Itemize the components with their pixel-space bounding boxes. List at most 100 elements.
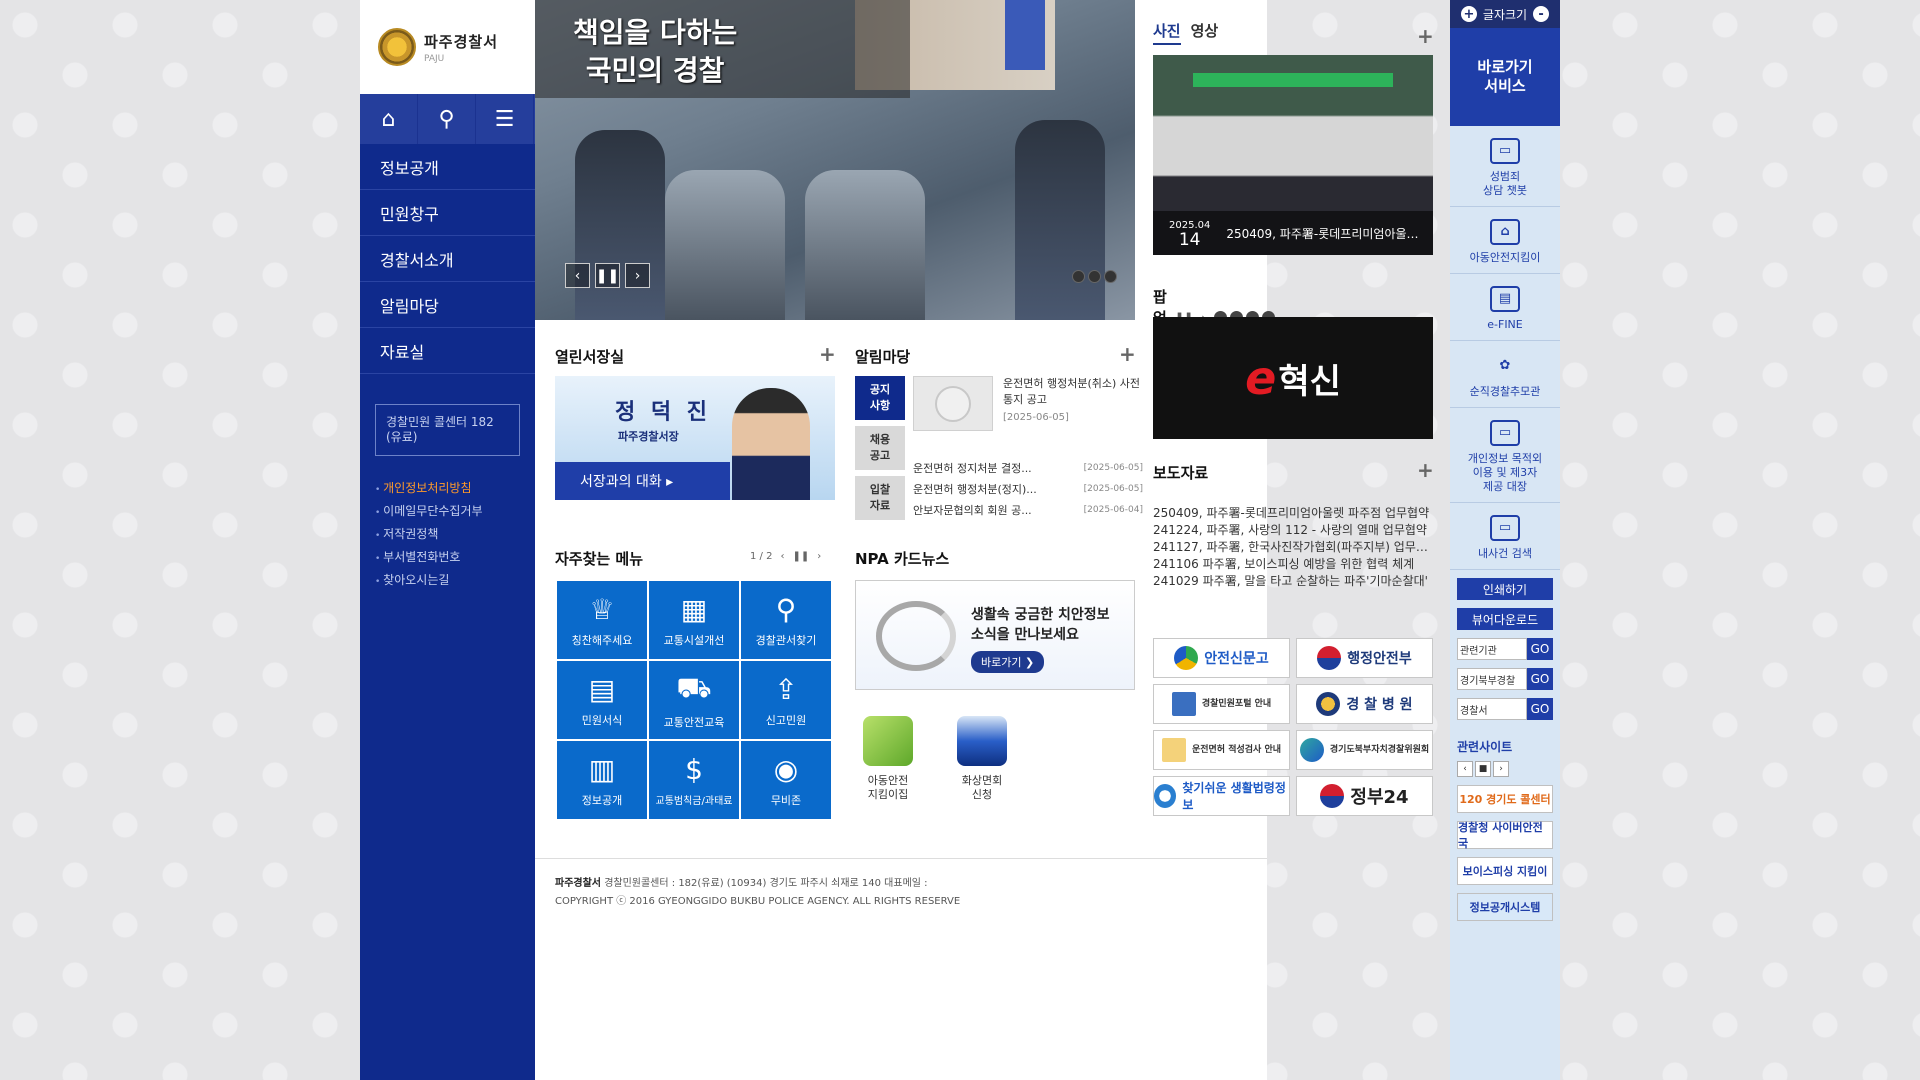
related-agency-go-button[interactable]: GO [1527,638,1553,660]
service-sexcrime-chatbot[interactable]: ▭ 성범죄 상담 챗봇 [1450,126,1560,207]
font-size-control: + 글자크기 - [1450,0,1560,28]
list-item[interactable]: 241106 파주署, 보이스피싱 예방을 위한 협력 체계 [1153,556,1433,573]
list-item[interactable]: 250409, 파주署-롯데프리미엄아울렛 파주점 업무협약 [1153,505,1433,522]
favorite-prev-button[interactable]: ‹ [780,551,784,562]
service-child-safety[interactable]: ⌂ 아동안전지킴이 [1450,207,1560,274]
chief-dialog-button[interactable]: 서장과의 대화 ▸ [555,462,730,500]
page-wrapper: 파주경찰서 PAJU ⌂ ⚲ ☰ 정보공개 민원창구 경찰서소개 알림마당 자료… [360,0,1560,1080]
favorite-pause-button[interactable]: ❚❚ [792,551,809,562]
font-increase-button[interactable]: + [1460,6,1477,22]
related-prev-button[interactable]: ‹ [1457,761,1473,777]
service-case-search[interactable]: ▭ 내사건 검색 [1450,503,1560,570]
link-email-refusal[interactable]: 이메일무단수집거부 [375,501,535,524]
tab-announcement[interactable]: 공지 사항 [855,376,905,420]
favorite-next-button[interactable]: › [817,551,821,562]
related-site-cyber[interactable]: 경찰청 사이버안전국 [1457,821,1553,850]
link-dept-phone[interactable]: 부서별전화번호 [375,547,535,570]
home-icon[interactable]: ⌂ [360,94,418,144]
folder-upload-icon: ⇪ [774,672,798,706]
banner-autonomous-police[interactable]: 경기도북부자치경찰위원회 [1296,730,1433,770]
car-icon: ⛟ [676,670,712,704]
menu-praise[interactable]: ♕ 칭찬해주세요 [557,581,647,659]
chief-office-banner[interactable]: 정 덕 진 파주경찰서장 서장과의 대화 ▸ [555,376,835,500]
hand-house-icon: ⌂ [1490,219,1520,245]
service-memorial[interactable]: ✿ 순직경찰추모관 [1450,341,1560,408]
chief-office-more-icon[interactable]: + [819,342,836,366]
app-child-safety-house[interactable]: 아동안전 지킴이집 [855,716,921,802]
font-decrease-button[interactable]: - [1533,6,1550,22]
nav-item-civil-petition[interactable]: 민원창구 [360,190,535,236]
list-item[interactable]: 241029 파주署, 말을 타고 순찰하는 파주'기마순찰대' [1153,573,1433,590]
viewer-download-button[interactable]: 뷰어다운로드 [1457,608,1553,630]
link-copyright[interactable]: 저작권정책 [375,524,535,547]
banner-safety-report[interactable]: 안전신문고 [1153,638,1290,678]
hero-officer-figure [1015,120,1105,320]
menu-petition-forms[interactable]: ▤ 민원서식 [557,661,647,739]
tab-bidding[interactable]: 입찰 자료 [855,476,905,520]
menu-traffic-education[interactable]: ⛟ 교통안전교육 [649,661,739,739]
list-item[interactable]: 안보자문협의회 회원 공... [2025-06-04] [913,500,1143,521]
print-button[interactable]: 인쇄하기 [1457,578,1553,600]
photo-thumbnail[interactable]: 2025.04 14 250409, 파주署-롯데프리미엄아울렛 파주점 [1153,55,1433,255]
north-police-go-button[interactable]: GO [1527,668,1553,690]
menu-info-disclosure[interactable]: ▥ 정보공개 [557,741,647,819]
related-agency-select[interactable]: 관련기관 [1457,638,1527,660]
related-next-button[interactable]: › [1493,761,1509,777]
banner-gov24[interactable]: 정부24 [1296,776,1433,816]
press-more-icon[interactable]: + [1417,458,1434,482]
banner-mois[interactable]: 행정안전부 [1296,638,1433,678]
menu-movie-zone[interactable]: ◉ 무비존 [741,741,831,819]
menu-traffic-fine[interactable]: $ 교통범칙금/과태료 [649,741,739,819]
tab-recruitment[interactable]: 채용 공고 [855,426,905,470]
banner-license-test[interactable]: 운전면허 적성검사 안내 [1153,730,1290,770]
related-site-120[interactable]: 120 경기도 콜센터 [1457,785,1553,813]
photo-more-icon[interactable]: + [1417,24,1434,48]
hero-dot[interactable] [1072,270,1085,283]
prev-slide-button[interactable]: ‹ [565,263,590,288]
video-visit-app-icon [957,716,1007,766]
menu-report[interactable]: ⇪ 신고민원 [741,661,831,739]
hero-dot[interactable] [1088,270,1101,283]
related-stop-button[interactable]: ■ [1475,761,1491,777]
link-directions[interactable]: 찾아오시는길 [375,570,535,593]
logo-title: 파주경찰서 [424,32,499,51]
related-site-info-system[interactable]: 정보공개시스템 [1457,893,1553,921]
nav-item-notice[interactable]: 알림마당 [360,282,535,328]
police-station-select[interactable]: 경찰서 [1457,698,1527,720]
popup-banner[interactable]: e 혁신 [1153,317,1433,439]
service-privacy-ledger[interactable]: ▭ 개인정보 목적외 이용 및 제3자 제공 대장 [1450,408,1560,503]
list-item[interactable]: 운전면허 행정처분(정지)... [2025-06-05] [913,479,1143,500]
npa-card-news-banner[interactable]: 생활속 궁금한 치안정보 소식을 만나보세요 바로가기 ❯ [855,580,1135,690]
banner-label: 찾기쉬운 생활법령정보 [1182,781,1286,812]
pause-slide-button[interactable]: ❚❚ [595,263,620,288]
banner-civil-portal[interactable]: 경찰민원포털 안내 [1153,684,1290,724]
menu-traffic-facility[interactable]: ▦ 교통시설개선 [649,581,739,659]
search-icon[interactable]: ⚲ [418,94,476,144]
service-efine[interactable]: ▤ e-FINE [1450,274,1560,341]
list-item[interactable]: 241127, 파주署, 한국사진작가협회(파주지부) 업무협약 [1153,539,1433,556]
logo[interactable]: 파주경찰서 PAJU [360,0,535,94]
menu-icon[interactable]: ☰ [476,94,534,144]
tab-video[interactable]: 영상 [1191,20,1219,45]
banner-law-info[interactable]: 찾기쉬운 생활법령정보 [1153,776,1290,816]
notice-more-icon[interactable]: + [1119,342,1136,366]
list-item[interactable]: 241224, 파주署, 사랑의 112 - 사랑의 열매 업무협약 [1153,522,1433,539]
nav-item-archive[interactable]: 자료실 [360,328,535,374]
north-police-select[interactable]: 경기북부경찰 [1457,668,1527,690]
link-privacy-policy[interactable]: 개인정보처리방침 [375,478,535,501]
police-station-go-button[interactable]: GO [1527,698,1553,720]
chatbot-monitor-icon: ▭ [1490,138,1520,164]
hospital-emblem-icon [1316,692,1341,716]
app-video-visit[interactable]: 화상면회 신청 [949,716,1015,802]
menu-find-station[interactable]: ⚲ 경찰관서찾기 [741,581,831,659]
hero-dot[interactable] [1104,270,1117,283]
list-item[interactable]: 운전면허 정지처분 결정... [2025-06-05] [913,458,1143,479]
banner-police-hospital[interactable]: 경 찰 병 원 [1296,684,1433,724]
next-slide-button[interactable]: › [625,263,650,288]
related-site-voicephishing[interactable]: 보이스피싱 지킴이 [1457,857,1553,885]
nav-item-station-intro[interactable]: 경찰서소개 [360,236,535,282]
tab-photo[interactable]: 사진 [1153,20,1181,45]
npa-go-button[interactable]: 바로가기 ❯ [971,651,1045,673]
favorite-page-indicator: 1 / 2 [750,551,773,562]
nav-item-info-disclosure[interactable]: 정보공개 [360,144,535,190]
